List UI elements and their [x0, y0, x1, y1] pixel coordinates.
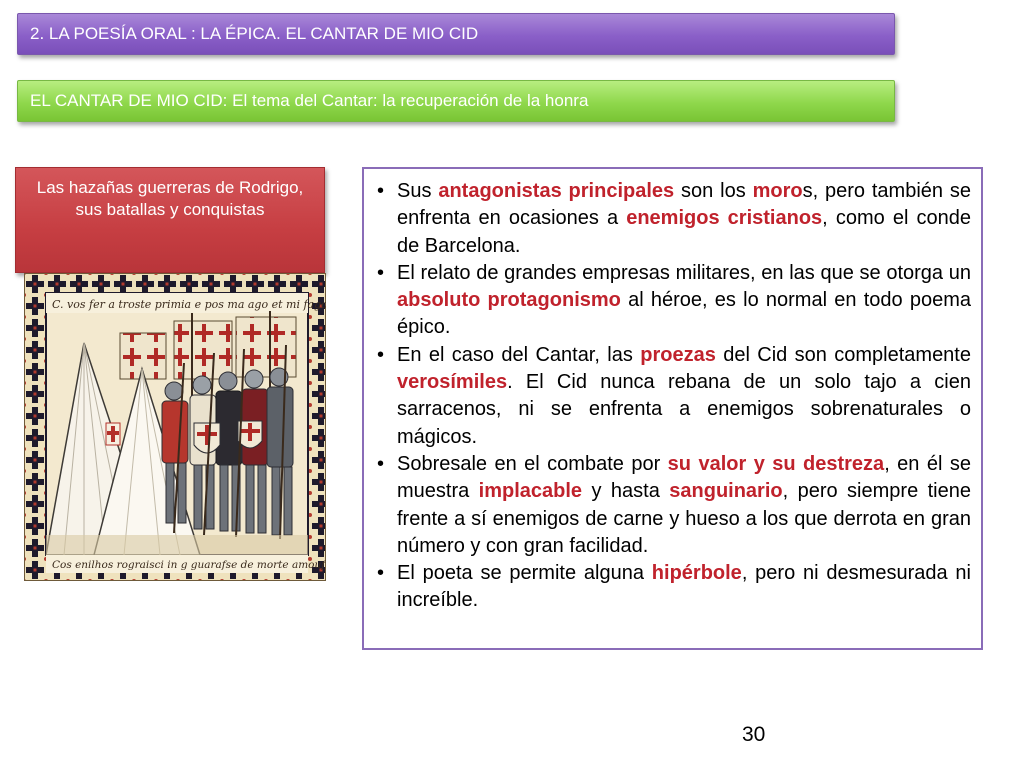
bullet-text: El relato de grandes empresas militares,… — [397, 261, 971, 284]
highlighted-term: proezas — [640, 343, 716, 366]
image-caption-box: Las hazañas guerreras de Rodrigo, sus ba… — [15, 167, 325, 273]
highlighted-term: moro — [752, 180, 803, 202]
bullet-text: En el caso del Cantar, las — [397, 343, 641, 366]
highlighted-term: antagonistas principales — [438, 180, 675, 202]
highlighted-term: sanguinario — [669, 480, 783, 503]
slide-subtitle: EL CANTAR DE MIO CID: El tema del Cantar… — [30, 91, 589, 110]
bullet-text: Sobresale en el combate por — [397, 452, 668, 475]
bullet-item: El poeta se permite alguna hipérbole, pe… — [377, 560, 971, 615]
medieval-miniature-image: C. vos fer a troste primia e pos ma ago … — [24, 273, 326, 581]
bullet-text: y hasta — [582, 480, 670, 503]
content-text-box: Sus antagonistas principales son los mor… — [362, 167, 983, 650]
bullet-text: El poeta se permite alguna — [397, 562, 652, 585]
bullet-item: Sus antagonistas principales son los mor… — [377, 178, 971, 260]
bullet-list: Sus antagonistas principales son los mor… — [377, 178, 971, 615]
bullet-item: El relato de grandes empresas militares,… — [377, 260, 971, 342]
bullet-text: del Cid son completamente — [715, 343, 971, 366]
miniature-top-inscription: C. vos fer a troste primia e pos ma ago … — [52, 298, 326, 311]
slide-subtitle-banner: EL CANTAR DE MIO CID: El tema del Cantar… — [17, 80, 895, 122]
highlighted-term: hipérbole — [651, 562, 742, 585]
highlighted-term: su valor y su destreza — [667, 452, 885, 475]
slide-title: 2. LA POESÍA ORAL : LA ÉPICA. EL CANTAR … — [30, 24, 479, 43]
highlighted-term: verosímiles — [397, 371, 508, 394]
slide-title-banner: 2. LA POESÍA ORAL : LA ÉPICA. EL CANTAR … — [17, 13, 895, 55]
miniature-bottom-inscription: Cos enilhos rograisci in g guarafse de m… — [52, 559, 326, 571]
highlighted-term: absoluto protagonismo — [397, 289, 621, 312]
bullet-text: son los — [674, 180, 753, 202]
image-caption: Las hazañas guerreras de Rodrigo, sus ba… — [36, 178, 304, 219]
bullet-item: Sobresale en el combate por su valor y s… — [377, 451, 971, 560]
highlighted-term: enemigos cristianos — [626, 207, 823, 230]
bullet-text: Sus — [397, 180, 439, 202]
page-number: 30 — [742, 723, 766, 746]
highlighted-term: implacable — [478, 480, 583, 503]
bullet-item: En el caso del Cantar, las proezas del C… — [377, 342, 971, 451]
